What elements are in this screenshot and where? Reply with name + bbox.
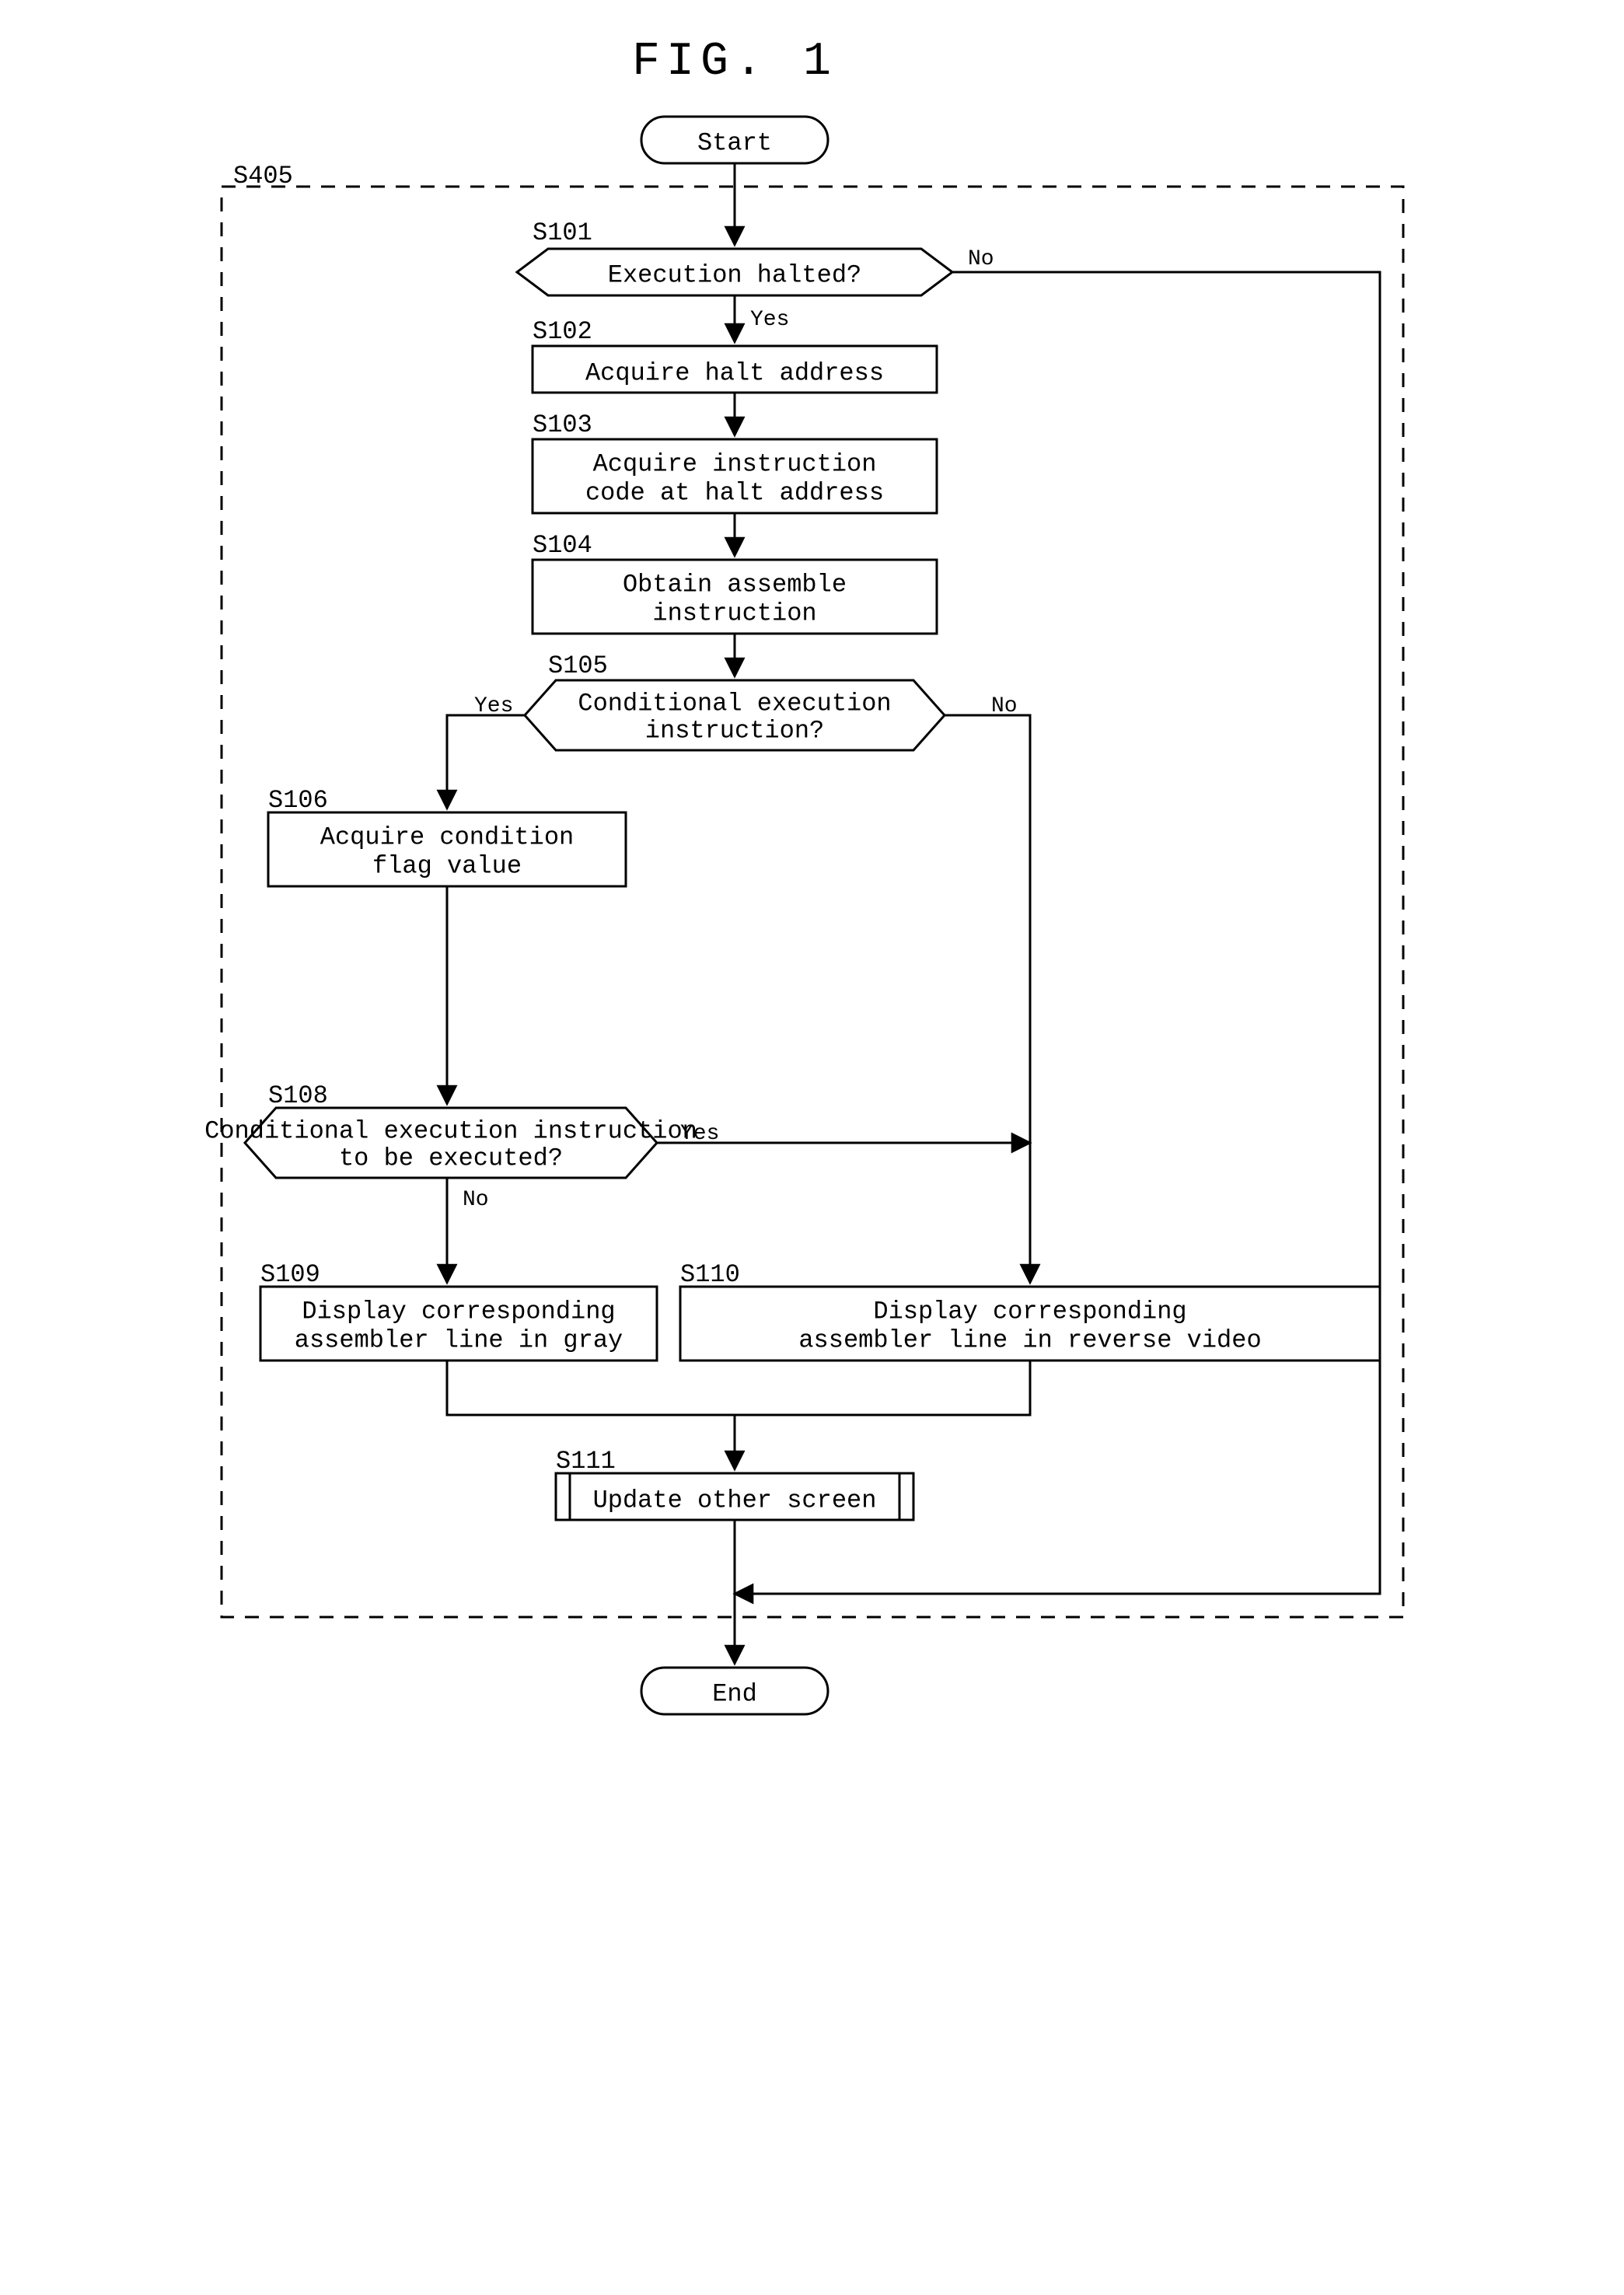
svg-text:Conditional execution instruct: Conditional execution instruction [204,1116,697,1145]
end-terminal: End [641,1668,828,1714]
svg-text:S109: S109 [260,1260,320,1289]
svg-text:Acquire condition: Acquire condition [320,823,573,851]
svg-text:End: End [712,1679,757,1708]
svg-text:S111: S111 [556,1447,616,1476]
svg-text:Display corresponding: Display corresponding [302,1297,615,1326]
svg-text:Obtain assemble: Obtain assemble [622,570,846,599]
svg-text:flag value: flag value [372,851,521,880]
flowchart-diagram: FIG. 1 S405 Start S101 Execution halted?… [190,31,1434,1741]
svg-text:code at halt address: code at halt address [585,478,883,507]
s108-no-label: No [463,1188,489,1212]
start-terminal: Start [641,117,828,163]
svg-text:Update other screen: Update other screen [592,1486,876,1514]
figure-title: FIG. 1 [631,36,836,89]
svg-text:S104: S104 [533,531,592,560]
container-box [222,187,1403,1617]
s109-process: S109 Display corresponding assembler lin… [260,1260,657,1361]
svg-text:Start: Start [697,128,771,157]
svg-text:S101: S101 [533,218,592,247]
svg-text:Display corresponding: Display corresponding [873,1297,1186,1326]
svg-text:S102: S102 [533,317,592,346]
svg-text:S105: S105 [548,651,608,680]
svg-text:instruction: instruction [652,599,816,627]
svg-text:Acquire instruction: Acquire instruction [592,449,876,478]
container-label: S405 [233,162,293,190]
svg-text:assembler line in reverse vide: assembler line in reverse video [798,1326,1261,1354]
svg-text:Acquire halt address: Acquire halt address [585,358,883,387]
svg-text:S108: S108 [268,1081,328,1110]
s101-yes-label: Yes [750,308,789,332]
svg-text:S106: S106 [268,786,328,815]
svg-text:Conditional execution: Conditional execution [578,689,891,718]
svg-text:assembler line in gray: assembler line in gray [294,1326,622,1354]
svg-text:S103: S103 [533,410,592,439]
svg-text:Execution halted?: Execution halted? [607,260,861,289]
svg-text:S110: S110 [680,1260,740,1289]
s101-no-label: No [968,247,994,271]
svg-text:instruction?: instruction? [644,716,823,745]
s108-decision: S108 Conditional execution instruction t… [204,1081,697,1178]
svg-text:to be executed?: to be executed? [338,1144,562,1172]
